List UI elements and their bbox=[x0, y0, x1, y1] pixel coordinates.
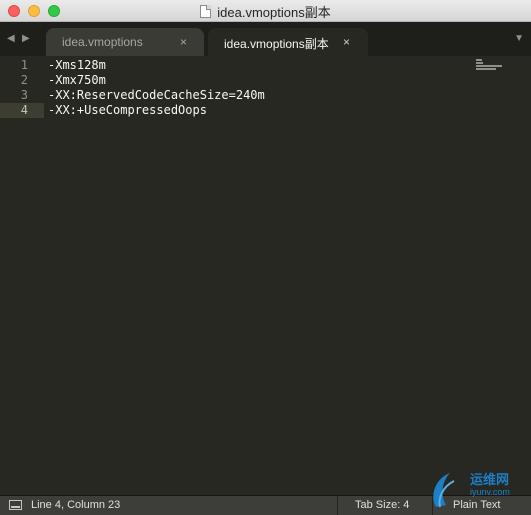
panel-toggle-icon[interactable] bbox=[9, 500, 22, 510]
line-number: 1 bbox=[20, 58, 28, 72]
code-text[interactable]: -XX:ReservedCodeCacheSize=240m bbox=[48, 88, 265, 103]
status-divider bbox=[337, 496, 338, 515]
tab-close-icon[interactable]: × bbox=[343, 35, 350, 49]
text-editor[interactable]: 1 -Xms128m 2 -Xmx750m 3 -XX:ReservedCode… bbox=[0, 56, 531, 495]
minimap[interactable] bbox=[476, 59, 506, 70]
watermark-logo-icon bbox=[433, 473, 455, 508]
tab-close-icon[interactable]: × bbox=[180, 35, 187, 49]
title-bar[interactable]: idea.vmoptions副本 bbox=[0, 0, 531, 22]
document-icon[interactable] bbox=[200, 4, 212, 18]
tab-forward-arrow-icon[interactable]: ▶ bbox=[22, 34, 30, 44]
watermark-subtext: iyunv.com bbox=[470, 487, 510, 497]
cursor-position: Line 4, Column 23 bbox=[31, 499, 121, 511]
editor-line-current[interactable]: 4 -XX:+UseCompressedOops bbox=[0, 103, 531, 118]
editor-line[interactable]: 2 -Xmx750m bbox=[0, 73, 531, 88]
tab-back-arrow-icon[interactable]: ◀ bbox=[7, 34, 15, 44]
editor-window: idea.vmoptions副本 ◀ ▶ idea.vmoptions × id… bbox=[0, 0, 531, 515]
tab-label: idea.vmoptions bbox=[62, 35, 143, 49]
line-number: 4 bbox=[20, 103, 28, 117]
editor-line[interactable]: 1 -Xms128m bbox=[0, 58, 531, 73]
tab-menu-chevron-down-icon[interactable]: ▼ bbox=[514, 34, 524, 44]
watermark-text: 运维网 bbox=[470, 472, 510, 487]
line-number: 2 bbox=[20, 73, 28, 87]
tab-idea-vmoptions-copy[interactable]: idea.vmoptions副本 × bbox=[208, 28, 368, 56]
code-text[interactable]: -Xmx750m bbox=[48, 73, 106, 88]
code-text[interactable]: -XX:+UseCompressedOops bbox=[48, 103, 207, 118]
tab-idea-vmoptions[interactable]: idea.vmoptions × bbox=[46, 28, 204, 56]
line-number: 3 bbox=[20, 88, 28, 102]
editor-line[interactable]: 3 -XX:ReservedCodeCacheSize=240m bbox=[0, 88, 531, 103]
tab-bar: ◀ ▶ idea.vmoptions × idea.vmoptions副本 × … bbox=[0, 22, 531, 56]
tab-size-selector[interactable]: Tab Size: 4 bbox=[355, 499, 409, 511]
code-text[interactable]: -Xms128m bbox=[48, 58, 106, 73]
window-title: idea.vmoptions副本 bbox=[217, 4, 331, 20]
watermark: 运维网 iyunv.com bbox=[428, 467, 528, 515]
tab-label: idea.vmoptions副本 bbox=[224, 37, 329, 51]
